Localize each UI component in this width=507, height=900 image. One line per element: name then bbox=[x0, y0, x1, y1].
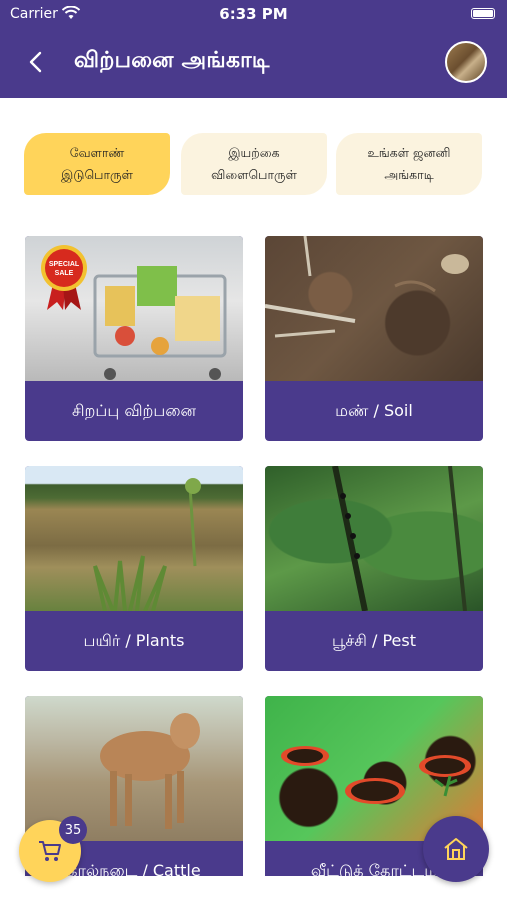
plants-photo bbox=[93, 478, 201, 612]
category-card-pest[interactable]: பூச்சி / Pest bbox=[265, 466, 483, 671]
special-sale-badge-icon: SPECIAL SALE bbox=[41, 245, 87, 310]
app-header: Carrier 6:33 PM விற்பனை அங்காடி bbox=[0, 0, 507, 98]
home-button[interactable] bbox=[423, 816, 489, 882]
tab-agri-inputs[interactable]: வேளாண் இடுபொருள் bbox=[24, 133, 170, 195]
category-label: பூச்சி / Pest bbox=[331, 630, 416, 650]
page-title: விற்பனை அங்காடி bbox=[74, 48, 270, 73]
svg-text:SPECIAL: SPECIAL bbox=[49, 261, 80, 268]
category-card-special-sale[interactable]: SPECIAL SALE சிறப்பு விற்பனை bbox=[25, 236, 243, 441]
cattle-photo bbox=[100, 713, 200, 829]
tab-label: இயற்கை விளைபொருள் bbox=[211, 145, 297, 182]
category-grid: SPECIAL SALE சிறப்பு விற்பனை மண் / Soil … bbox=[25, 236, 484, 876]
status-bar: Carrier 6:33 PM bbox=[0, 0, 507, 28]
category-image bbox=[265, 236, 483, 381]
status-time: 6:33 PM bbox=[219, 5, 288, 23]
svg-text:SALE: SALE bbox=[55, 270, 74, 277]
category-tabs: வேளாண் இடுபொருள் இயற்கை விளைபொருள் உங்கள… bbox=[24, 133, 484, 195]
category-label: சிறப்பு விற்பனை bbox=[72, 400, 196, 420]
avatar[interactable] bbox=[445, 41, 487, 83]
category-image bbox=[265, 466, 483, 612]
home-icon bbox=[444, 838, 468, 860]
category-image bbox=[25, 696, 243, 841]
category-card-soil[interactable]: மண் / Soil bbox=[265, 236, 483, 441]
cart-count-badge: 35 bbox=[59, 816, 87, 844]
tab-label: வேளாண் இடுபொருள் bbox=[61, 145, 133, 182]
soil-photo bbox=[265, 236, 469, 338]
category-card-plants[interactable]: பயிர் / Plants bbox=[25, 466, 243, 671]
tab-label: உங்கள் ஜனனி அங்காடி bbox=[367, 145, 451, 182]
tab-janani-store[interactable]: உங்கள் ஜனனி அங்காடி bbox=[336, 133, 482, 195]
chevron-left-icon[interactable] bbox=[24, 48, 48, 76]
pest-photo bbox=[332, 466, 467, 612]
tab-natural-produce[interactable]: இயற்கை விளைபொருள் bbox=[181, 133, 327, 195]
category-label: பயிர் / Plants bbox=[83, 630, 185, 650]
cart-icon bbox=[39, 841, 61, 861]
category-label: மண் / Soil bbox=[335, 400, 413, 420]
category-image bbox=[25, 466, 243, 612]
battery-icon bbox=[471, 8, 495, 19]
